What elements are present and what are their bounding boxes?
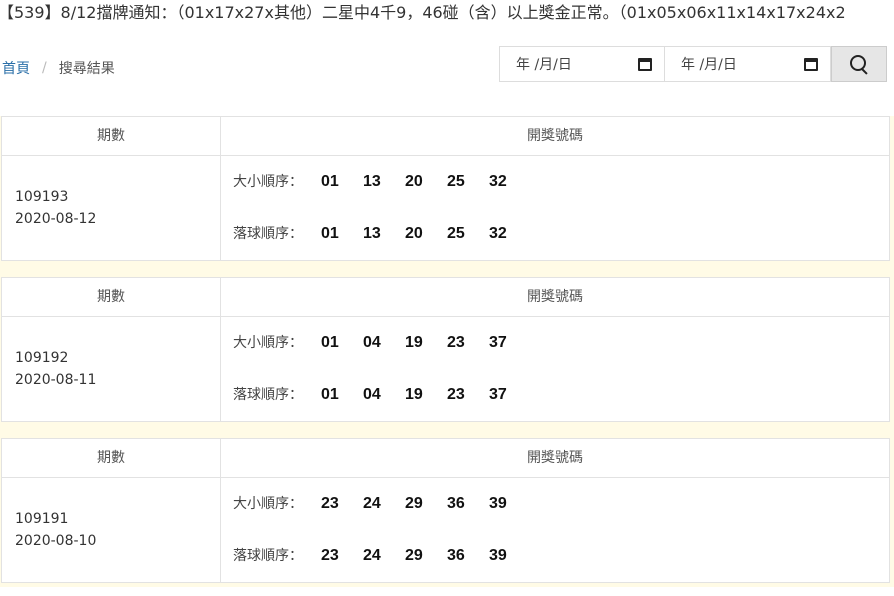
size-order-label: 大小順序：	[233, 496, 303, 512]
issue-number: 109191	[15, 511, 69, 527]
period-cell: 109191 2020-08-10	[2, 478, 221, 582]
ball-number: 01	[321, 386, 339, 403]
start-date-input[interactable]: 年 /月/日	[499, 46, 665, 82]
numbers-cell: 大小順序： 01 04 19 23 37 落球順序： 01 04 19 23 3…	[221, 317, 889, 421]
ball-number: 23	[447, 386, 465, 403]
ball-number: 01	[321, 173, 339, 190]
size-order-label: 大小順序：	[233, 174, 303, 190]
ball-number: 01	[321, 225, 339, 242]
numbers-cell: 大小順序： 01 13 20 25 32 落球順序： 01 13 20 25 3…	[221, 156, 889, 260]
ball-number: 20	[405, 225, 423, 242]
ball-number: 04	[363, 386, 381, 403]
ball-number: 01	[321, 334, 339, 351]
ball-number: 25	[447, 173, 465, 190]
calendar-icon[interactable]	[638, 57, 652, 71]
ball-number: 32	[489, 173, 507, 190]
ball-number: 39	[489, 495, 507, 512]
end-date-input[interactable]: 年 /月/日	[665, 46, 831, 82]
ball-number: 19	[405, 386, 423, 403]
period-cell: 109193 2020-08-12	[2, 156, 221, 260]
numbers-cell: 大小順序： 23 24 29 36 39 落球順序： 23 24 29 36 3…	[221, 478, 889, 582]
ball-number: 23	[321, 495, 339, 512]
draw-card: 期數 開獎號碼 109191 2020-08-10 大小順序： 23 24 29…	[1, 438, 890, 583]
ball-number: 04	[363, 334, 381, 351]
draw-card: 期數 開獎號碼 109192 2020-08-11 大小順序： 01 04 19…	[1, 277, 890, 422]
ball-number: 32	[489, 225, 507, 242]
period-header: 期數	[2, 278, 221, 317]
start-date-text: 年 /月/日	[516, 57, 572, 73]
ball-number: 24	[363, 547, 381, 564]
drop-order-label: 落球順序：	[233, 387, 303, 403]
breadcrumb-separator: /	[42, 60, 47, 76]
drop-order-row: 落球順序： 01 04 19 23 37	[233, 383, 889, 435]
ball-number: 29	[405, 547, 423, 564]
size-order-row: 大小順序： 01 13 20 25 32	[233, 170, 889, 222]
breadcrumb-home-link[interactable]: 首頁	[2, 58, 30, 78]
ball-number: 25	[447, 225, 465, 242]
ball-number: 20	[405, 173, 423, 190]
drop-order-row: 落球順序： 01 13 20 25 32	[233, 222, 889, 274]
ball-number: 13	[363, 225, 381, 242]
ball-number: 23	[321, 547, 339, 564]
search-button[interactable]	[831, 46, 887, 82]
period-header: 期數	[2, 439, 221, 478]
ball-number: 13	[363, 173, 381, 190]
search-icon	[850, 55, 868, 75]
issue-number: 109193	[15, 189, 69, 205]
calendar-icon[interactable]	[804, 57, 818, 71]
draw-results-list: 期數 開獎號碼 109193 2020-08-12 大小順序： 01 13 20…	[0, 116, 894, 587]
drop-order-row: 落球順序： 23 24 29 36 39	[233, 544, 889, 596]
announcement-text: 【539】8/12擋牌通知：（01x17x27x其他）二星中4千9，46碰（含）…	[0, 3, 846, 22]
size-order-row: 大小順序： 23 24 29 36 39	[233, 492, 889, 544]
breadcrumb: 首頁 / 搜尋結果	[2, 58, 115, 78]
end-date-text: 年 /月/日	[681, 57, 737, 73]
draw-date: 2020-08-11	[15, 372, 97, 388]
period-cell: 109192 2020-08-11	[2, 317, 221, 421]
period-header: 期數	[2, 117, 221, 156]
ball-number: 36	[447, 495, 465, 512]
drop-order-label: 落球順序：	[233, 226, 303, 242]
ball-number: 37	[489, 386, 507, 403]
ball-number: 29	[405, 495, 423, 512]
ball-number: 39	[489, 547, 507, 564]
ball-number: 19	[405, 334, 423, 351]
size-order-label: 大小順序：	[233, 335, 303, 351]
ball-number: 23	[447, 334, 465, 351]
drop-order-label: 落球順序：	[233, 548, 303, 564]
issue-number: 109192	[15, 350, 69, 366]
numbers-header: 開獎號碼	[221, 278, 889, 317]
ball-number: 24	[363, 495, 381, 512]
numbers-header: 開獎號碼	[221, 439, 889, 478]
ball-number: 37	[489, 334, 507, 351]
ball-number: 36	[447, 547, 465, 564]
draw-date: 2020-08-12	[15, 211, 97, 227]
date-search-bar: 年 /月/日 年 /月/日	[499, 46, 887, 82]
breadcrumb-current: 搜尋結果	[58, 61, 115, 77]
size-order-row: 大小順序： 01 04 19 23 37	[233, 331, 889, 383]
numbers-header: 開獎號碼	[221, 117, 889, 156]
draw-date: 2020-08-10	[15, 533, 97, 549]
draw-card: 期數 開獎號碼 109193 2020-08-12 大小順序： 01 13 20…	[1, 116, 890, 261]
